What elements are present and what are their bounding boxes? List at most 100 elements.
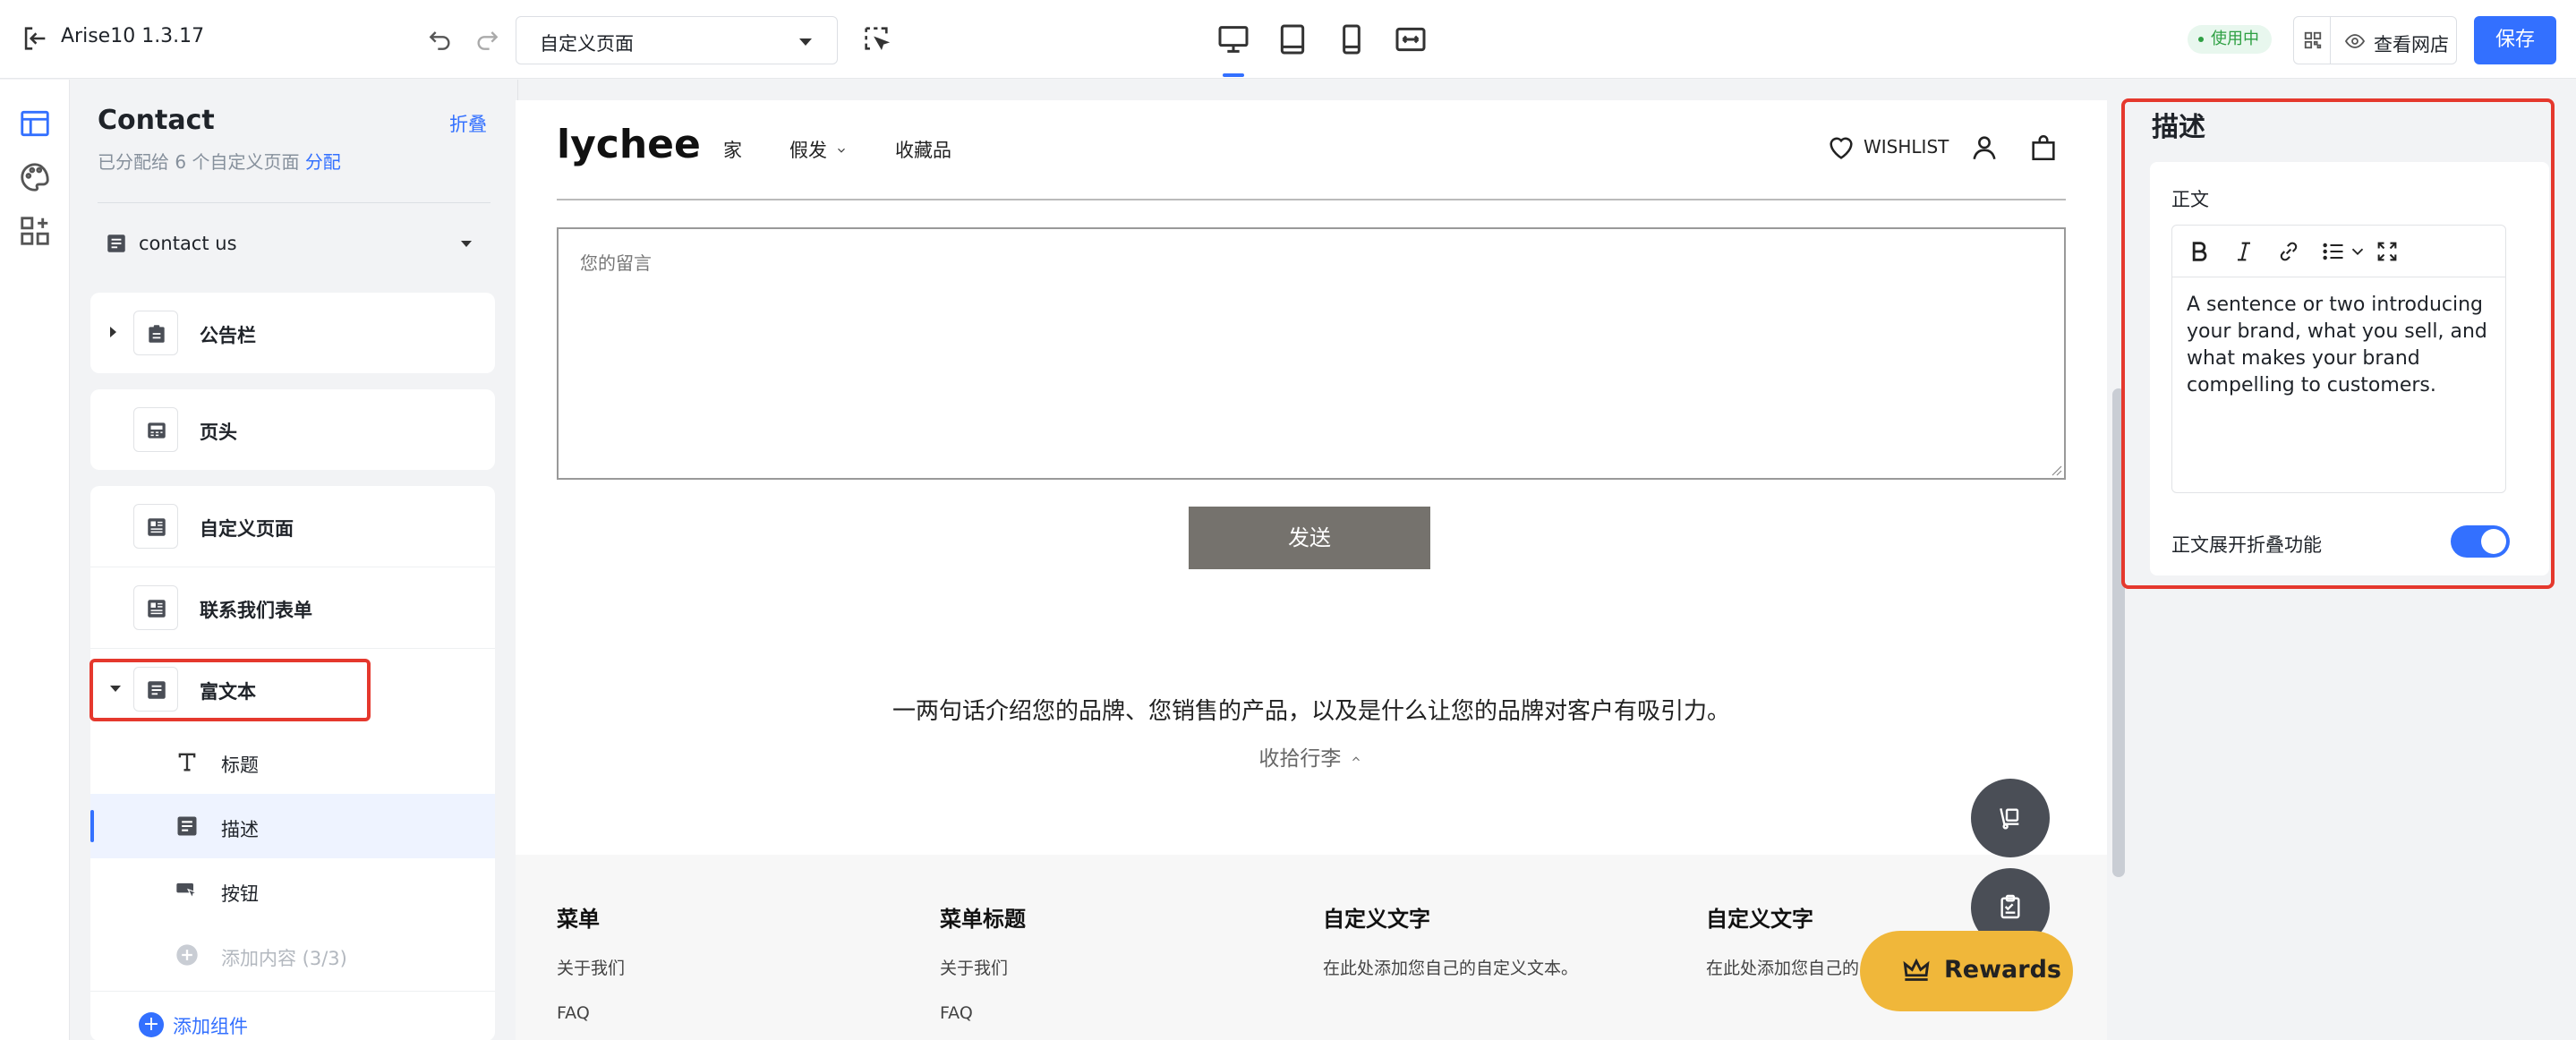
block-item-title[interactable]: 标题 [90,729,495,794]
divider [98,202,490,203]
section-label: 公告栏 [200,325,256,346]
add-circle-icon [176,944,198,966]
apps-icon[interactable] [18,214,52,248]
block-label: 按钮 [221,883,259,905]
footer-heading: 菜单 [557,907,600,932]
sections-panel: Contact 折叠 已分配给 6 个自定义页面 分配 contact us 公… [71,80,518,1040]
section-item-header[interactable]: 页头 [90,389,495,470]
footer-link[interactable]: FAQ [557,1003,590,1023]
page-title: Contact [98,105,215,136]
chevron-down-icon [837,148,845,153]
footer-heading: 菜单标题 [940,907,1026,932]
nav-item-home[interactable]: 家 [723,136,742,163]
store-logo[interactable]: lychee [557,122,701,167]
status-badge: 使用中 [2188,25,2272,54]
tablet-view-icon[interactable] [1275,21,1310,57]
theme-palette-icon[interactable] [18,160,52,194]
chevron-down-icon [461,241,472,247]
heart-icon[interactable] [1826,132,1856,163]
eye-icon [2344,34,2366,48]
save-button[interactable]: 保存 [2474,16,2556,64]
contact-form-icon [133,585,178,630]
send-button[interactable]: 发送 [1189,507,1430,569]
document-icon [107,234,125,252]
nav-item-wigs[interactable]: 假发 [789,136,849,163]
crown-icon [1903,958,1930,981]
undo-icon[interactable] [426,25,455,54]
section-label: 自定义页面 [200,518,294,540]
page-select-value: 自定义页面 [540,33,634,55]
left-icon-rail [0,80,70,1040]
custom-page-icon [133,504,178,549]
template-select-value: contact us [139,233,237,254]
footer-link[interactable]: 关于我们 [940,955,1008,979]
header-icon [133,407,178,452]
section-card-header: 页头 [90,389,495,470]
section-item-custom-page[interactable]: 自定义页面 [90,486,495,567]
top-bar: Arise10 1.3.17 自定义页面 使用中 查看网店 保存 [0,0,2576,79]
block-label: 标题 [221,754,259,776]
collapse-toggle[interactable]: 收拾行李 [516,741,2107,771]
message-placeholder: 您的留言 [580,252,652,274]
footer-link[interactable]: 关于我们 [557,955,625,979]
footer-heading: 自定义文字 [1323,907,1430,932]
view-store-button[interactable]: 查看网店 [2330,16,2457,64]
exit-icon[interactable] [20,23,50,54]
message-textarea[interactable]: 您的留言 [557,227,2066,480]
fold-button[interactable]: 折叠 [449,110,487,137]
clipboard-icon [2000,894,2020,919]
assign-link[interactable]: 分配 [305,151,341,173]
rich-text-description: 一两句话介绍您的品牌、您销售的产品，以及是什么让您的品牌对客户有吸引力。 [891,698,1730,725]
assigned-info: 已分配给 6 个自定义页面 分配 [98,148,341,174]
page-select[interactable]: 自定义页面 [516,16,838,64]
highlight-rich-text [90,659,371,721]
view-store-label: 查看网店 [2374,34,2449,55]
hand-truck-icon [2000,808,2019,830]
sections-icon[interactable] [18,107,52,141]
rewards-label: Rewards [1944,956,2061,984]
button-icon [176,882,199,899]
section-label: 联系我们表单 [200,600,312,621]
block-label: 描述 [221,819,259,840]
qr-code-button[interactable] [2293,16,2331,64]
shopping-bag-icon[interactable] [2028,132,2059,163]
text-title-icon [178,753,196,771]
floating-action-button[interactable] [1971,779,2050,857]
section-item-announcement[interactable]: 公告栏 [90,293,495,373]
section-card-announcement: 公告栏 [90,293,495,373]
wishlist-link[interactable]: WISHLIST [1864,136,1949,158]
footer-link[interactable]: FAQ [940,1003,973,1023]
footer-text: 在此处添加您自己的 [1706,959,1860,978]
store-preview-canvas: lychee 家 假发 收藏品 WISHLIST 您的留言 发送 一两句话介绍您… [516,100,2107,1040]
add-content-button[interactable]: 添加内容 (3/3) [90,923,495,987]
divider [90,991,495,992]
chevron-up-icon [1352,756,1360,762]
collapse-label: 收拾行李 [1258,747,1342,771]
fullscreen-view-icon[interactable] [1393,21,1429,57]
element-picker-icon[interactable] [861,23,891,54]
nav-item-collections[interactable]: 收藏品 [895,136,951,163]
qr-code-icon [2304,31,2322,49]
footer-text: 在此处添加您自己的自定义文本。 [1323,959,1579,978]
desktop-view-icon[interactable] [1215,21,1251,77]
block-item-description[interactable]: 描述 [90,794,495,858]
template-select[interactable]: contact us [98,216,491,269]
resize-grip-icon[interactable] [2050,464,2062,476]
description-icon [177,816,197,836]
form-field-bottom[interactable] [557,199,2066,200]
section-item-contact-form[interactable]: 联系我们表单 [90,567,495,647]
redo-icon[interactable] [473,25,501,54]
footer-heading: 自定义文字 [1706,907,1813,932]
add-icon: + [139,1012,164,1037]
mobile-view-icon[interactable] [1334,21,1369,57]
add-component-label: 添加组件 [173,1016,248,1037]
block-item-button[interactable]: 按钮 [90,858,495,923]
user-icon[interactable] [1969,132,2000,163]
section-label: 页头 [200,422,237,443]
rewards-button[interactable]: Rewards [1860,931,2073,1011]
chevron-down-icon [799,38,812,46]
nav-label: 假发 [789,140,827,161]
section-card-main: 自定义页面 联系我们表单 富文本 标题 描述 按钮 添加内容 (3/3) [90,486,495,1040]
assigned-text: 已分配给 6 个自定义页面 [98,151,300,173]
expand-icon[interactable] [110,327,116,337]
